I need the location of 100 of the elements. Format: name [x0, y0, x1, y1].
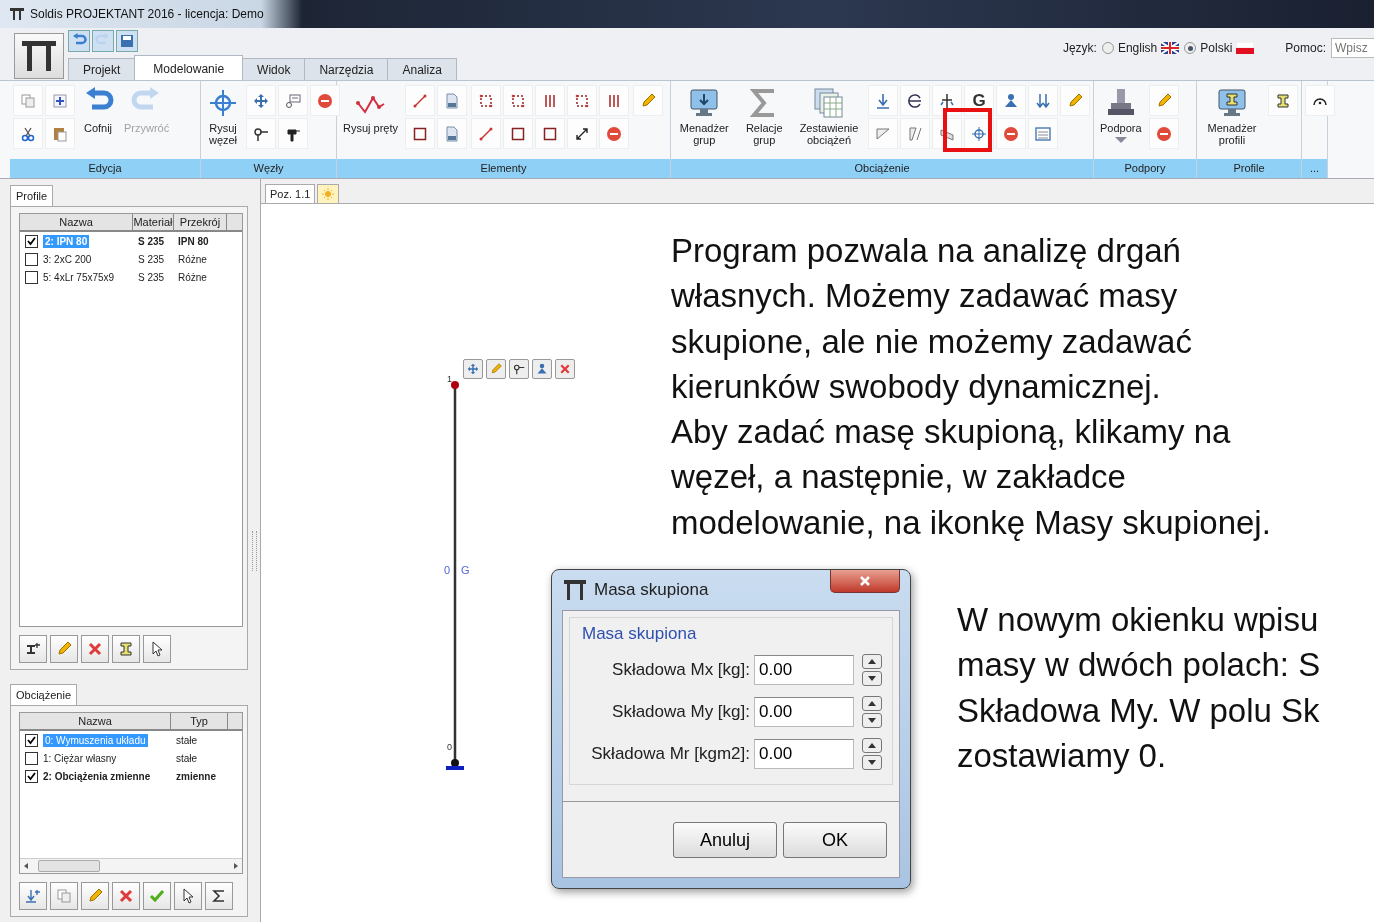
- bar-label: 0: [444, 564, 451, 576]
- ribbon-button[interactable]: Rysuj węzeł: [204, 85, 242, 148]
- spin-down-button[interactable]: [862, 755, 882, 770]
- ribbon-button[interactable]: Menadżer profili: [1200, 85, 1264, 148]
- group-label: Węzły: [201, 158, 336, 178]
- group-label: Elementy: [337, 158, 670, 178]
- crosshair-icon: [971, 125, 987, 142]
- frame-icon: [510, 92, 527, 109]
- node-dot[interactable]: [451, 759, 459, 767]
- skew-icon: [907, 125, 923, 142]
- save-icon: [120, 34, 134, 48]
- ribbon-button[interactable]: Zestawienie obciążeń: [794, 85, 864, 148]
- application-button[interactable]: [14, 33, 64, 79]
- delete-icon: [1155, 125, 1172, 142]
- table-cell-text: S 235: [137, 235, 166, 247]
- add-load-icon: [25, 888, 41, 904]
- square-icon: [510, 125, 527, 142]
- scroll-right-icon[interactable]: [234, 863, 238, 869]
- sun-icon: [322, 188, 335, 200]
- search-field[interactable]: Wpisz: [1331, 38, 1374, 58]
- column-header[interactable]: Materiał: [133, 214, 174, 230]
- checkbox[interactable]: [25, 769, 38, 783]
- weight-icon: [536, 363, 548, 375]
- checkbox[interactable]: [25, 751, 38, 765]
- close-button[interactable]: [830, 570, 900, 593]
- column-header[interactable]: Typ: [171, 713, 228, 729]
- radio-button[interactable]: [1184, 42, 1197, 54]
- field-label: Składowa Mx [kg]:: [612, 660, 750, 680]
- panel-tab[interactable]: Profile: [10, 185, 54, 206]
- pencil-icon: [640, 92, 657, 109]
- spin-up-button[interactable]: [862, 654, 882, 669]
- table-icon: [813, 87, 845, 119]
- bar-label: G: [461, 564, 470, 576]
- ribbon-button[interactable]: Podpora: [1097, 85, 1145, 145]
- group-label: Podpory: [1094, 158, 1196, 178]
- undo-button[interactable]: [68, 30, 90, 52]
- checkbox[interactable]: [25, 270, 38, 284]
- checkbox[interactable]: [25, 733, 38, 747]
- flag-icon: [1236, 42, 1255, 54]
- line-icon: [412, 92, 429, 109]
- add-icon: [52, 92, 68, 109]
- checkbox[interactable]: [25, 252, 38, 266]
- checkbox[interactable]: [25, 234, 38, 248]
- ribbon-tab[interactable]: Analiza: [387, 58, 457, 80]
- column-header[interactable]: Nazwa: [20, 713, 171, 729]
- ribbon-button[interactable]: Cofnij: [79, 85, 117, 136]
- table-cell[interactable]: 1: Ciężar własny: [43, 752, 117, 764]
- table-cell[interactable]: 5: 4xLr 75x75x9: [43, 271, 115, 283]
- node-label: 0: [447, 742, 452, 752]
- radio-label[interactable]: English: [1117, 41, 1158, 55]
- ribbon-button[interactable]: Menadżer grup: [674, 85, 735, 148]
- table-cell[interactable]: 3: 2xC 200: [43, 253, 92, 265]
- tool-button[interactable]: [205, 882, 233, 910]
- ribbon-tab[interactable]: Modelowanie: [134, 55, 244, 80]
- save-button[interactable]: [116, 30, 138, 52]
- cursor-icon: [149, 641, 165, 657]
- group-label: Obciążenie: [671, 158, 1093, 178]
- dialog-title: Masa skupiona: [594, 580, 709, 600]
- spin-down-button[interactable]: [862, 713, 882, 728]
- app-logo-icon: [10, 8, 24, 20]
- file-icon: [444, 92, 461, 109]
- tool-button[interactable]: [509, 359, 529, 379]
- column-header[interactable]: Przekrój: [174, 214, 227, 230]
- ribbon-button[interactable]: Relacje grup: [738, 85, 790, 148]
- copy-icon: [56, 888, 72, 904]
- scroll-left-icon[interactable]: [24, 863, 28, 869]
- node-label: 1: [447, 374, 452, 384]
- ribbon-button[interactable]: Rysuj pręty: [340, 85, 402, 136]
- group-label: ...: [1302, 158, 1327, 178]
- input-field[interactable]: 0.00: [754, 655, 854, 685]
- field-label: Składowa Mr [kgm2]:: [591, 744, 750, 764]
- table-cell-text: stałe: [175, 734, 199, 746]
- delete-icon: [118, 888, 134, 904]
- cut-icon: [20, 125, 36, 142]
- dialog-button[interactable]: Anuluj: [673, 822, 777, 858]
- delete-icon: [606, 125, 623, 142]
- ribbon-tab[interactable]: Projekt: [68, 58, 136, 80]
- tool-button[interactable]: [19, 635, 47, 663]
- ribbon-tab[interactable]: Narzędzia: [304, 58, 389, 80]
- dialog-button[interactable]: OK: [783, 822, 887, 858]
- document-tab[interactable]: Poz. 1.1: [265, 184, 316, 203]
- table-cell[interactable]: 2: Obciążenia zmienne: [43, 770, 151, 782]
- input-field[interactable]: 0.00: [754, 739, 854, 769]
- up-icon: [868, 659, 876, 664]
- radio-label[interactable]: Polski: [1200, 41, 1233, 55]
- file-icon: [444, 125, 461, 142]
- scrollbar[interactable]: [20, 858, 242, 873]
- radio-button[interactable]: [1101, 42, 1114, 54]
- weight-icon: [1003, 92, 1019, 109]
- panel-tab[interactable]: Obciążenie: [10, 684, 78, 705]
- column-header[interactable]: Nazwa: [20, 214, 133, 230]
- monitor-icon: [688, 87, 721, 119]
- spin-up-button[interactable]: [862, 738, 882, 753]
- ribbon-tab[interactable]: Widok: [242, 58, 306, 80]
- node-dot[interactable]: [451, 381, 459, 389]
- double-arrow-icon: [1035, 92, 1051, 109]
- spin-down-button[interactable]: [862, 671, 882, 686]
- spin-up-button[interactable]: [862, 696, 882, 711]
- input-field[interactable]: 0.00: [754, 697, 854, 727]
- window-title: Soldis PROJEKTANT 2016 - licencja: Demo: [30, 7, 264, 21]
